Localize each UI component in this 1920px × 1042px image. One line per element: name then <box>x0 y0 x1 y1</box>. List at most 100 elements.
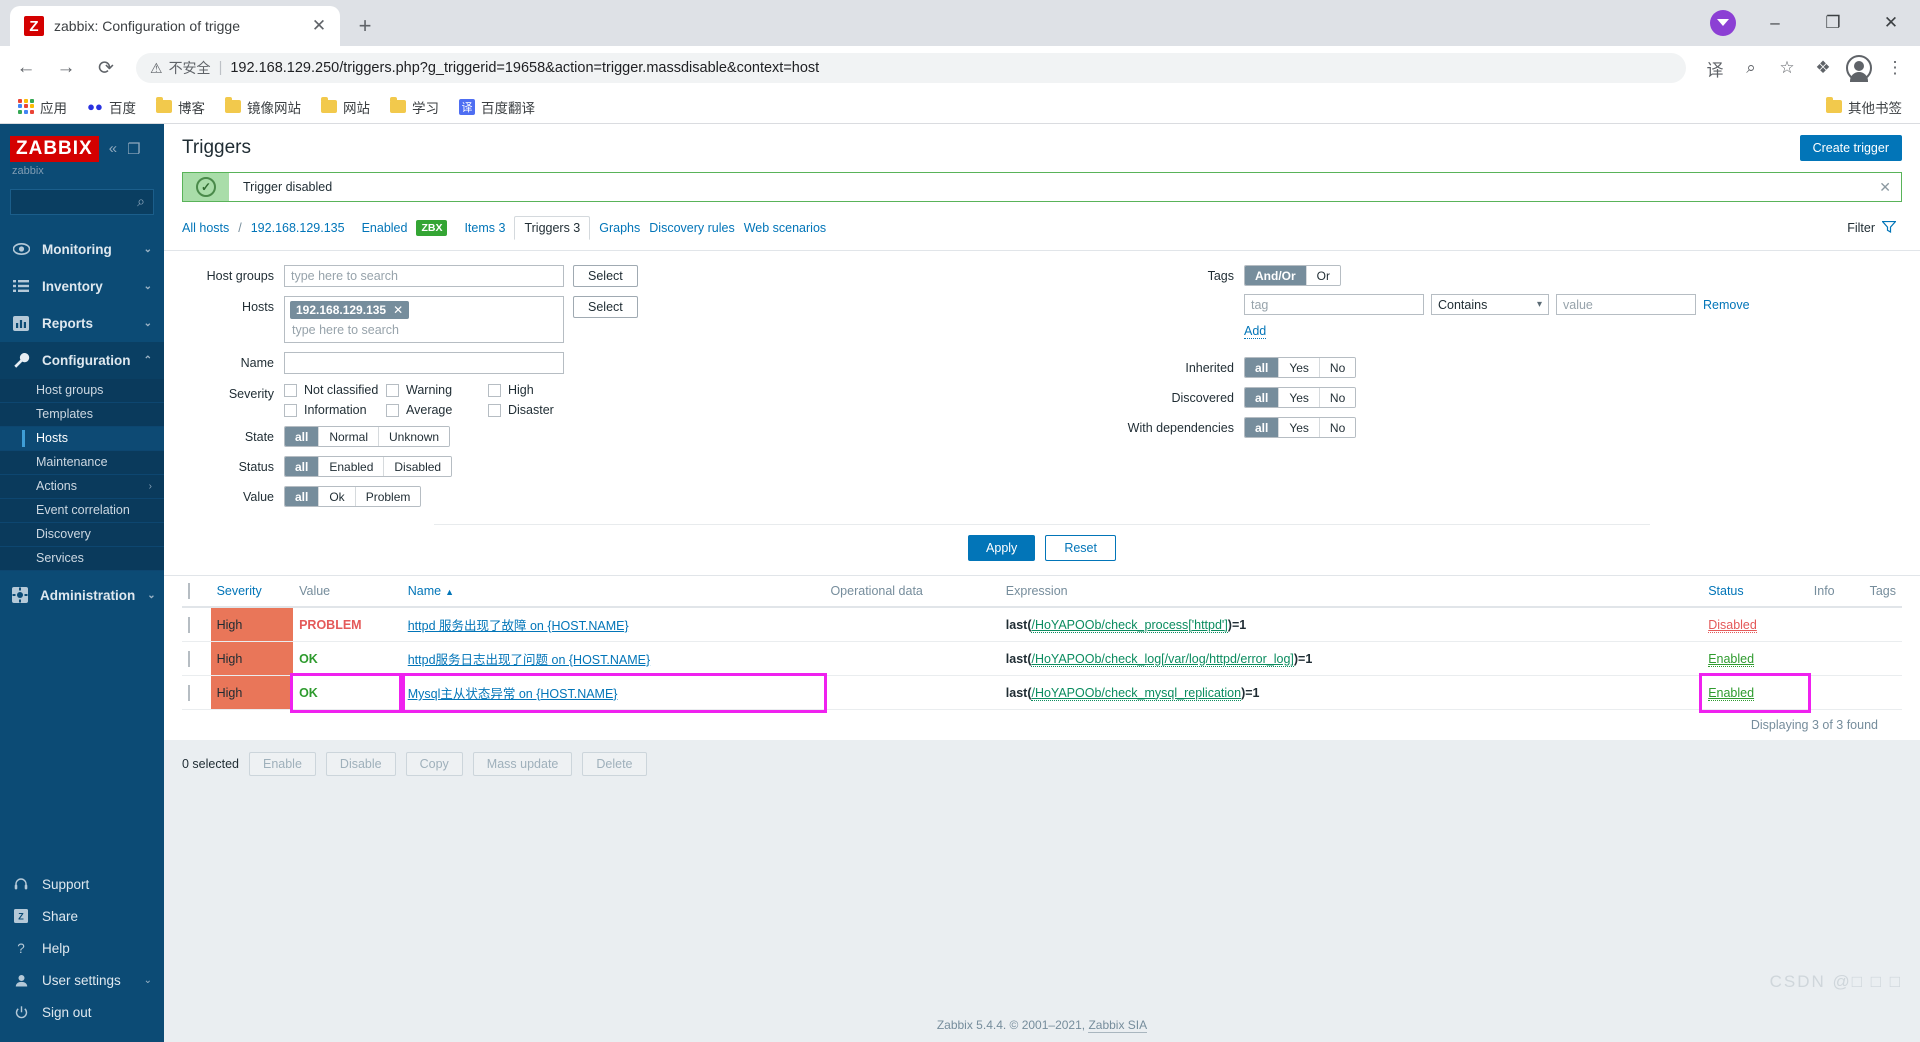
disable-button[interactable]: Disable <box>325 752 396 776</box>
new-tab-button[interactable]: + <box>348 9 382 43</box>
state-option-all[interactable]: all <box>285 427 320 446</box>
bookmark-study[interactable]: 学习 <box>382 93 447 121</box>
sidebar-item-templates[interactable]: Templates <box>0 403 164 427</box>
state-option-unknown[interactable]: Unknown <box>379 427 450 446</box>
translate-icon[interactable]: 译 <box>1698 51 1732 85</box>
discovered-segmented-control[interactable]: all Yes No <box>1244 387 1357 408</box>
inherited-option-all[interactable]: all <box>1245 358 1280 377</box>
table-row[interactable]: High OK httpd服务日志出现了问题 on {HOST.NAME} la… <box>182 641 1902 676</box>
bookmark-apps[interactable]: 应用 <box>10 93 75 121</box>
with-dependencies-option-yes[interactable]: Yes <box>1279 418 1320 437</box>
breadcrumb-host[interactable]: 192.168.129.135 <box>251 221 345 235</box>
inherited-segmented-control[interactable]: all Yes No <box>1244 357 1357 378</box>
copy-button[interactable]: Copy <box>405 752 463 776</box>
checkbox[interactable] <box>386 383 399 397</box>
breadcrumb-enabled-link[interactable]: Enabled <box>362 221 408 235</box>
status-link[interactable]: Enabled <box>1708 685 1755 701</box>
state-option-normal[interactable]: Normal <box>319 427 380 446</box>
checkbox[interactable] <box>284 383 297 397</box>
bookmark-sites[interactable]: 网站 <box>313 93 378 121</box>
table-row[interactable]: High OK Mysql主从状态异常 on {HOST.NAME} last(… <box>182 672 1902 713</box>
discovered-option-no[interactable]: No <box>1319 388 1356 407</box>
apply-button[interactable]: Apply <box>968 535 1036 561</box>
row-checkbox[interactable] <box>188 684 190 701</box>
bookmark-baidu[interactable]: ●● 百度 <box>79 93 144 121</box>
row-checkbox[interactable] <box>188 650 190 667</box>
status-segmented-control[interactable]: all Enabled Disabled <box>284 456 453 477</box>
tags-logic-and-or[interactable]: And/Or <box>1245 266 1307 285</box>
value-segmented-control[interactable]: all Ok Problem <box>284 486 422 507</box>
sidebar-item-configuration[interactable]: Configuration ⌃ <box>0 341 164 379</box>
hosts-select-button[interactable]: Select <box>573 296 638 318</box>
expression-item-link[interactable]: /HoYAPOOb/check_process['httpd'] <box>1031 617 1228 633</box>
zabbix-sia-link[interactable]: Zabbix SIA <box>1088 1018 1148 1033</box>
remove-chip-icon[interactable]: ✕ <box>393 303 403 317</box>
value-option-ok[interactable]: Ok <box>319 487 356 506</box>
trigger-name-link[interactable]: httpd 服务出现了故障 on {HOST.NAME} <box>408 619 629 633</box>
enable-button[interactable]: Enable <box>248 752 316 776</box>
filter-toggle[interactable]: Filter <box>1847 220 1902 236</box>
tag-value-input[interactable]: value <box>1556 294 1696 315</box>
checkbox[interactable] <box>386 403 399 417</box>
reset-button[interactable]: Reset <box>1045 535 1116 561</box>
close-tab-icon[interactable]: ✕ <box>308 15 330 37</box>
sidebar-item-support[interactable]: Support <box>0 868 164 900</box>
table-row[interactable]: High PROBLEM httpd 服务出现了故障 on {HOST.NAME… <box>182 607 1902 642</box>
value-option-all[interactable]: all <box>285 487 320 506</box>
sidebar-item-event-correlation[interactable]: Event correlation <box>0 499 164 523</box>
trigger-name-link[interactable]: Mysql主从状态异常 on {HOST.NAME} <box>408 687 618 701</box>
bookmark-mirrors[interactable]: 镜像网站 <box>217 93 309 121</box>
severity-not-classified[interactable]: Not classified <box>284 383 386 397</box>
with-dependencies-segmented-control[interactable]: all Yes No <box>1244 417 1357 438</box>
trigger-name-link[interactable]: httpd服务日志出现了问题 on {HOST.NAME} <box>408 653 650 667</box>
back-icon[interactable]: ← <box>8 50 44 86</box>
host-groups-input[interactable]: type here to search <box>284 265 564 287</box>
with-dependencies-option-all[interactable]: all <box>1245 418 1280 437</box>
value-option-problem[interactable]: Problem <box>355 487 421 506</box>
mass-update-button[interactable]: Mass update <box>472 752 573 776</box>
other-bookmarks[interactable]: 其他书签 <box>1826 97 1910 117</box>
tag-add-link[interactable]: Add <box>1244 324 1267 339</box>
severity-information[interactable]: Information <box>284 403 386 417</box>
browser-profile-icon[interactable] <box>1842 51 1876 85</box>
address-bar[interactable]: ⚠ 不安全 | 192.168.129.250/triggers.php?g_t… <box>136 53 1686 83</box>
severity-disaster[interactable]: Disaster <box>488 403 590 417</box>
status-option-disabled[interactable]: Disabled <box>384 457 452 476</box>
sidebar-item-inventory[interactable]: Inventory ⌄ <box>0 268 164 305</box>
host-groups-select-button[interactable]: Select <box>573 265 638 287</box>
tab-graphs[interactable]: Graphs <box>599 221 640 235</box>
profile-avatar[interactable] <box>1700 0 1746 46</box>
state-segmented-control[interactable]: all Normal Unknown <box>284 426 451 447</box>
severity-warning[interactable]: Warning <box>386 383 488 397</box>
discovered-option-all[interactable]: all <box>1245 388 1280 407</box>
tag-remove-link[interactable]: Remove <box>1703 298 1750 312</box>
sidebar-item-sign-out[interactable]: Sign out <box>0 996 164 1028</box>
sidebar-item-discovery[interactable]: Discovery <box>0 523 164 547</box>
tag-operator-select[interactable]: Contains <box>1431 294 1549 315</box>
sidebar-item-services[interactable]: Services <box>0 547 164 571</box>
status-option-enabled[interactable]: Enabled <box>319 457 385 476</box>
hosts-multiselect[interactable]: 192.168.129.135 ✕ type here to search <box>284 296 564 343</box>
close-window-button[interactable]: ✕ <box>1862 0 1920 46</box>
status-link[interactable]: Disabled <box>1708 617 1757 633</box>
expression-item-link[interactable]: /HoYAPOOb/check_mysql_replication <box>1031 685 1242 701</box>
sidebar-item-help[interactable]: ? Help <box>0 932 164 964</box>
sidebar-item-maintenance[interactable]: Maintenance <box>0 451 164 475</box>
close-message-icon[interactable]: ✕ <box>1879 173 1901 201</box>
sidebar-item-reports[interactable]: Reports ⌄ <box>0 305 164 342</box>
reload-icon[interactable]: ⟳ <box>88 50 124 86</box>
severity-high[interactable]: High <box>488 383 590 397</box>
tab-items[interactable]: Items 3 <box>464 221 505 235</box>
tab-discovery-rules[interactable]: Discovery rules <box>649 221 734 235</box>
bookmark-star-icon[interactable]: ☆ <box>1770 51 1804 85</box>
breadcrumb-all-hosts[interactable]: All hosts <box>182 221 229 235</box>
status-option-all[interactable]: all <box>285 457 320 476</box>
status-link[interactable]: Enabled <box>1708 651 1755 667</box>
minimize-button[interactable]: – <box>1746 0 1804 46</box>
discovered-option-yes[interactable]: Yes <box>1279 388 1320 407</box>
tags-logic-or[interactable]: Or <box>1306 266 1341 285</box>
forward-icon[interactable]: → <box>48 50 84 86</box>
inherited-option-no[interactable]: No <box>1319 358 1356 377</box>
row-checkbox[interactable] <box>188 616 190 633</box>
delete-button[interactable]: Delete <box>582 752 647 776</box>
